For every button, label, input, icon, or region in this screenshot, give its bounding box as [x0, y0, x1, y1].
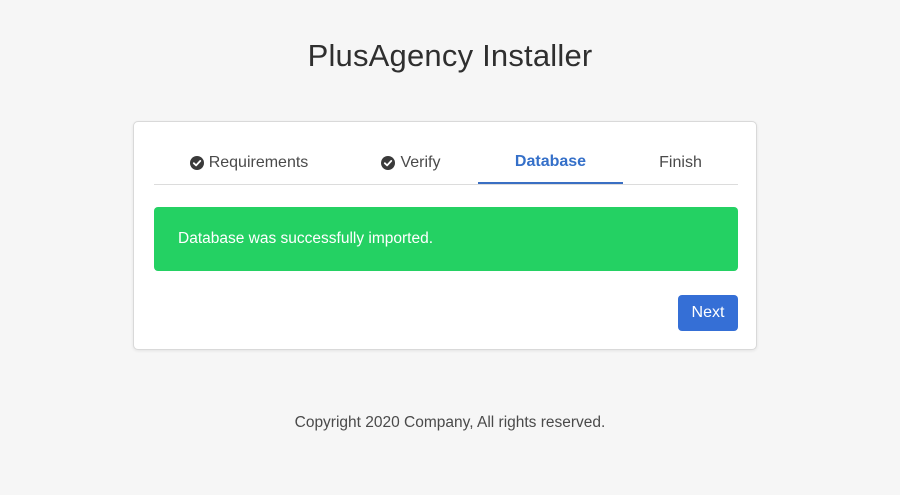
step-label: Verify: [400, 153, 441, 171]
step-label: Database: [514, 152, 587, 170]
step-finish[interactable]: Finish: [623, 141, 738, 184]
step-verify[interactable]: Verify: [344, 141, 478, 184]
installer-card: Requirements Verify Database Finish Data…: [133, 121, 757, 350]
check-circle-icon: [189, 155, 204, 170]
footer-copyright: Copyright 2020 Company, All rights reser…: [294, 414, 606, 431]
step-label: Requirements: [208, 153, 309, 171]
step-requirements[interactable]: Requirements: [154, 141, 344, 184]
step-label: Finish: [659, 153, 702, 171]
check-circle-icon: [381, 155, 396, 170]
installer-steps: Requirements Verify Database Finish: [154, 141, 738, 185]
success-alert: Database was successfully imported.: [154, 207, 738, 271]
next-button[interactable]: Next: [678, 295, 738, 331]
step-database[interactable]: Database: [478, 141, 623, 184]
page-title: PlusAgency Installer: [307, 38, 593, 73]
alert-message: Database was successfully imported.: [178, 230, 434, 247]
